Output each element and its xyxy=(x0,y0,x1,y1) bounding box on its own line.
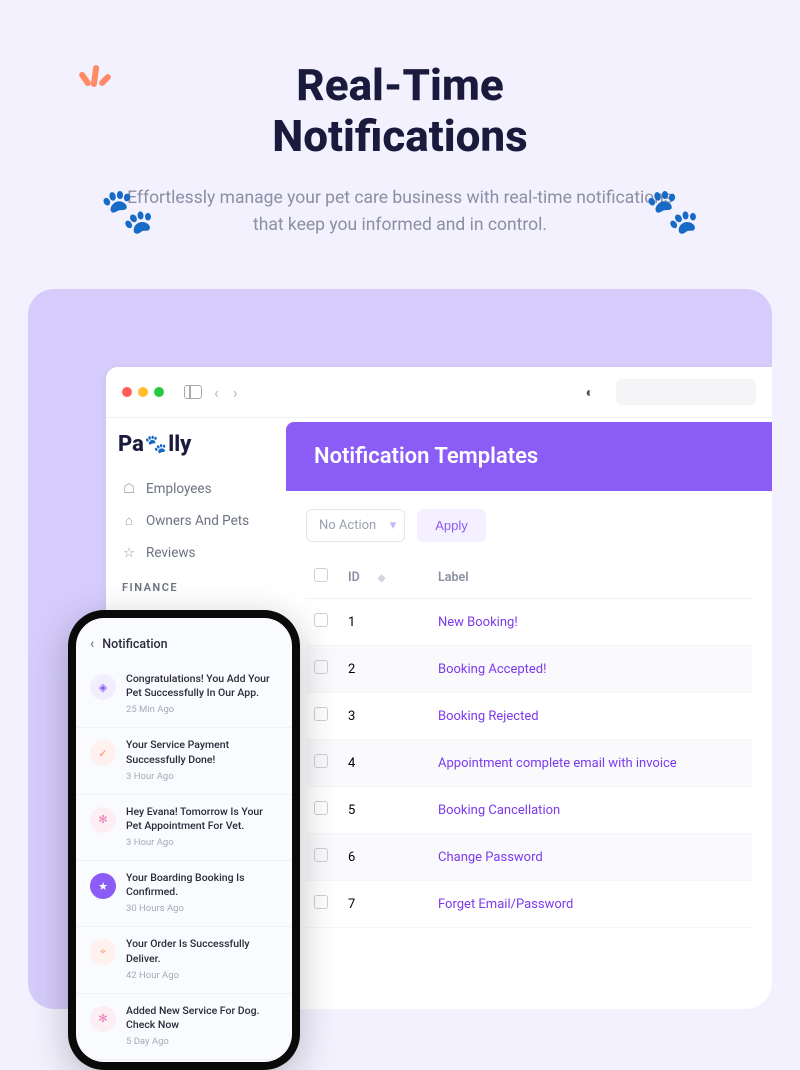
notification-item[interactable]: ★ Your Boarding Booking Is Confirmed. 30 H… xyxy=(76,861,292,927)
vet-icon: ✻ xyxy=(90,807,116,833)
hero-title: Real-Time Notifications xyxy=(40,60,760,161)
row-checkbox[interactable] xyxy=(314,801,328,815)
notification-time: 42 Hour Ago xyxy=(126,970,278,981)
owners-icon: ⌂ xyxy=(122,513,136,529)
sidebar-item-label: Owners And Pets xyxy=(146,513,249,529)
col-label[interactable]: Label xyxy=(430,556,752,599)
row-label[interactable]: New Booking! xyxy=(430,599,752,646)
row-label[interactable]: Forget Email/Password xyxy=(430,881,752,928)
apply-button[interactable]: Apply xyxy=(417,509,486,542)
row-id: 6 xyxy=(340,834,430,881)
paw-decoration-right: 🐾 xyxy=(645,185,700,237)
row-label[interactable]: Appointment complete email with invoice xyxy=(430,740,752,787)
hero-section: 🐾 🐾 Real-Time Notifications Effortlessly… xyxy=(0,0,800,269)
notification-item[interactable]: ✻ Added New Service For Dog. Check Now 5 D… xyxy=(76,994,292,1060)
notification-item[interactable]: ✻ Hey Evana! Tomorrow Is Your Pet Appoint… xyxy=(76,795,292,861)
notification-time: 3 Hour Ago xyxy=(126,837,278,848)
window-controls[interactable] xyxy=(122,387,164,397)
row-checkbox[interactable] xyxy=(314,660,328,674)
notification-text: Hey Evana! Tomorrow Is Your Pet Appointm… xyxy=(126,805,278,833)
sidebar-toggle-icon[interactable] xyxy=(184,385,202,399)
row-label[interactable]: Booking Accepted! xyxy=(430,646,752,693)
sidebar-section-finance: FINANCE xyxy=(118,569,274,600)
table-row[interactable]: 1New Booking! xyxy=(306,599,752,646)
row-id: 2 xyxy=(340,646,430,693)
notification-text: Your Boarding Booking Is Confirmed. xyxy=(126,871,278,899)
row-id: 4 xyxy=(340,740,430,787)
notification-time: 25 Min Ago xyxy=(126,704,278,715)
table-panel: No Action Apply ID ◆ Label 1New Booking!2… xyxy=(286,491,772,928)
notification-text: Your Service Payment Successfully Done! xyxy=(126,738,278,766)
row-checkbox[interactable] xyxy=(314,754,328,768)
close-dot[interactable] xyxy=(122,387,132,397)
app-logo[interactable]: Pa🐾lly xyxy=(118,432,274,457)
notification-time: 5 Day Ago xyxy=(126,1036,278,1047)
table-row[interactable]: 5Booking Cancellation xyxy=(306,787,752,834)
notification-time: 30 Hours Ago xyxy=(126,903,278,914)
row-id: 3 xyxy=(340,693,430,740)
row-label[interactable]: Booking Cancellation xyxy=(430,787,752,834)
notification-time: 3 Hour Ago xyxy=(126,771,278,782)
row-id: 5 xyxy=(340,787,430,834)
table-row[interactable]: 2Booking Accepted! xyxy=(306,646,752,693)
employees-icon: ☖ xyxy=(122,481,136,497)
row-label[interactable]: Change Password xyxy=(430,834,752,881)
sidebar-item-label: Employees xyxy=(146,481,212,497)
sort-icon[interactable]: ◆ xyxy=(378,573,386,584)
nav-forward-icon[interactable]: › xyxy=(233,383,238,402)
page-title: Notification Templates xyxy=(286,422,772,491)
hero-subtitle: Effortlessly manage your pet care busine… xyxy=(120,185,680,239)
notification-text: Congratulations! You Add Your Pet Succes… xyxy=(126,672,278,700)
notification-item[interactable]: ◈ Congratulations! You Add Your Pet Succe… xyxy=(76,662,292,728)
phone-title: Notification xyxy=(102,637,167,652)
nav-back-icon[interactable]: ‹ xyxy=(214,383,219,402)
minimize-dot[interactable] xyxy=(138,387,148,397)
plus-icon: ✻ xyxy=(90,1006,116,1032)
check-icon: ✓ xyxy=(90,740,116,766)
main-content: Notification Templates No Action Apply I… xyxy=(286,418,772,1009)
sidebar-item-owners[interactable]: ⌂ Owners And Pets xyxy=(118,505,274,537)
tag-icon: ⌖ xyxy=(90,939,116,965)
address-bar[interactable] xyxy=(616,379,756,405)
paw-decoration-left: 🐾 xyxy=(100,185,155,237)
maximize-dot[interactable] xyxy=(154,387,164,397)
back-icon[interactable]: ‹ xyxy=(90,636,94,652)
notification-item[interactable]: ▣Your Order Is Confirmed Deliver On 5 Ma… xyxy=(76,1060,292,1062)
privacy-shield-icon[interactable]: ◐ xyxy=(586,384,594,401)
table-row[interactable]: 6Change Password xyxy=(306,834,752,881)
row-checkbox[interactable] xyxy=(314,895,328,909)
row-id: 1 xyxy=(340,599,430,646)
row-id: 7 xyxy=(340,881,430,928)
table-row[interactable]: 3Booking Rejected xyxy=(306,693,752,740)
browser-titlebar: ‹ › ◐ xyxy=(106,367,772,418)
row-label[interactable]: Booking Rejected xyxy=(430,693,752,740)
phone-mockup: ‹ Notification ◈ Congratulations! You Add… xyxy=(68,610,300,1070)
notification-item[interactable]: ⌖ Your Order Is Successfully Deliver. 42 H… xyxy=(76,927,292,993)
notification-text: Added New Service For Dog. Check Now xyxy=(126,1004,278,1032)
shield-icon: ◈ xyxy=(90,674,116,700)
select-all-checkbox[interactable] xyxy=(314,568,328,582)
phone-header: ‹ Notification xyxy=(76,618,292,662)
sidebar-item-label: Reviews xyxy=(146,545,196,561)
reviews-icon: ☆ xyxy=(122,545,136,561)
templates-table: ID ◆ Label 1New Booking!2Booking Accepted… xyxy=(306,556,752,928)
table-row[interactable]: 4Appointment complete email with invoice xyxy=(306,740,752,787)
sidebar-item-reviews[interactable]: ☆ Reviews xyxy=(118,537,274,569)
table-row[interactable]: 7Forget Email/Password xyxy=(306,881,752,928)
notification-item[interactable]: ✓ Your Service Payment Successfully Done!… xyxy=(76,728,292,794)
row-checkbox[interactable] xyxy=(314,707,328,721)
col-id[interactable]: ID xyxy=(348,570,360,585)
star-icon: ★ xyxy=(90,873,116,899)
bulk-action-select[interactable]: No Action xyxy=(306,509,405,542)
accent-decoration xyxy=(80,65,110,91)
row-checkbox[interactable] xyxy=(314,613,328,627)
phone-screen: ‹ Notification ◈ Congratulations! You Add… xyxy=(76,618,292,1062)
sidebar-item-employees[interactable]: ☖ Employees xyxy=(118,473,274,505)
row-checkbox[interactable] xyxy=(314,848,328,862)
notification-text: Your Order Is Successfully Deliver. xyxy=(126,937,278,965)
